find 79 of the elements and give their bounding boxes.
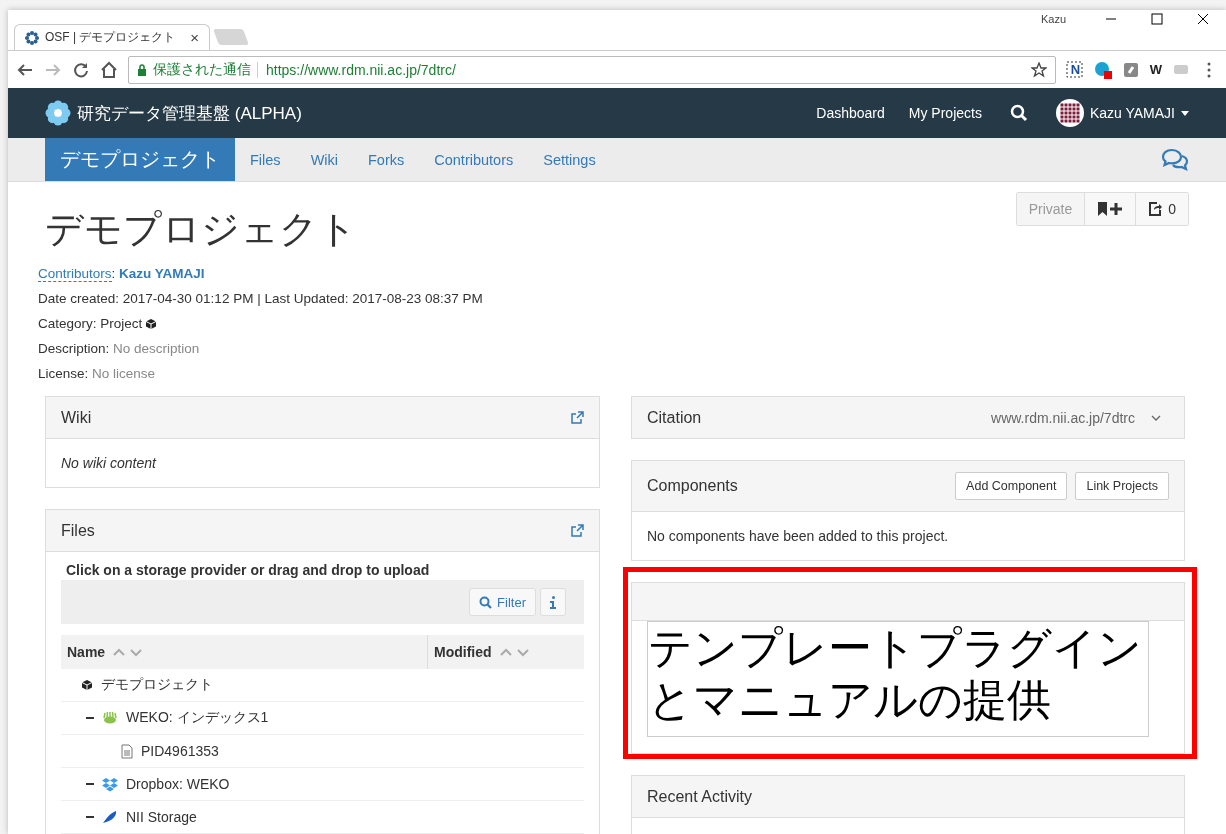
components-empty-text: No components have been added to this project. — [646, 527, 950, 546]
privacy-label: Private — [1016, 193, 1085, 225]
comments-icon[interactable] — [1161, 147, 1189, 172]
fork-button[interactable]: 0 — [1135, 193, 1188, 225]
browser-tab[interactable]: OSF | デモプロジェクト × — [14, 24, 210, 50]
upload-hint: Click on a storage provider or drag and drop to upload — [65, 561, 431, 580]
security-label: 保護された通信 — [153, 60, 251, 79]
address-bar[interactable]: 保護された通信 https://www.rdm.nii.ac.jp/7dtrc/ — [128, 55, 1056, 84]
file-tree-item[interactable]: PID4961353 — [141, 743, 219, 759]
user-menu[interactable]: Kazu YAMAJI — [1055, 99, 1189, 127]
wiki-empty-text: No wiki content — [60, 454, 158, 473]
external-link-icon[interactable] — [571, 524, 584, 537]
sprout-icon — [102, 712, 118, 724]
citation-url[interactable]: www.rdm.nii.ac.jp/7dtrc — [991, 409, 1135, 426]
bookmark-button[interactable] — [1084, 193, 1136, 225]
lock-icon — [137, 63, 147, 76]
square-extension-icon[interactable] — [1121, 60, 1140, 79]
nav-link[interactable]: Dashboard — [816, 105, 885, 121]
external-link-icon[interactable] — [571, 411, 584, 424]
share-icon — [1148, 202, 1163, 216]
avatar-icon — [1055, 99, 1084, 127]
dashed-square-icon[interactable] — [1065, 60, 1084, 79]
file-tree-item[interactable]: NII Storage — [126, 809, 197, 825]
file-tree-item[interactable]: WEKO: インデックス1 — [126, 709, 269, 727]
search-icon[interactable] — [1009, 104, 1028, 122]
panel-title: Wiki — [61, 408, 93, 427]
project-nav-link[interactable]: Contributors — [419, 138, 529, 181]
profile-name[interactable]: Kazu — [1040, 13, 1066, 25]
project-nav-link[interactable]: Files — [235, 138, 296, 181]
panel-title: Files — [61, 521, 96, 540]
license-text: License: No license — [38, 365, 157, 383]
contributors-line: Contributors: Kazu YAMAJI — [38, 265, 206, 284]
project-nav-title[interactable]: デモプロジェクト — [45, 138, 235, 181]
bookmark-plus-icon — [1097, 202, 1124, 216]
flower-logo-icon — [45, 100, 71, 126]
component-button[interactable]: Link Projects — [1075, 472, 1169, 500]
project-nav-link[interactable]: Forks — [353, 138, 420, 181]
flower-icon — [25, 30, 39, 45]
brand-title[interactable]: 研究データ管理基盤 (ALPHA) — [77, 101, 302, 125]
document-icon — [121, 743, 133, 759]
template-text: テンプレートプラグインとマニュアルの提供 — [647, 621, 1149, 737]
file-tree-item[interactable]: Dropbox: WEKO — [126, 776, 230, 792]
project-title: デモプロジェクト — [45, 207, 358, 252]
extension-button[interactable]: W — [1149, 62, 1162, 77]
star-icon[interactable] — [1030, 61, 1047, 78]
panel-title: Citation — [647, 408, 703, 427]
maximize-icon[interactable] — [1151, 13, 1163, 25]
tab-close-button[interactable]: × — [190, 29, 199, 46]
filter-button[interactable]: Filter — [469, 588, 536, 616]
column-header[interactable]: Modified — [434, 644, 492, 660]
home-icon[interactable] — [100, 60, 118, 79]
url-text: https://www.rdm.nii.ac.jp/7dtrc/ — [257, 61, 1025, 78]
chevron-down-icon[interactable] — [1151, 414, 1161, 421]
caret-icon — [1181, 110, 1189, 116]
collapse-icon[interactable] — [86, 813, 94, 821]
project-nav-link[interactable]: Wiki — [295, 138, 353, 181]
info-icon — [550, 595, 556, 609]
cube-icon — [145, 317, 158, 330]
cube-icon — [81, 679, 93, 691]
column-header[interactable]: Name — [67, 644, 106, 660]
info-button[interactable] — [540, 588, 566, 616]
dropbox-icon — [102, 776, 118, 792]
collapse-icon[interactable] — [86, 714, 94, 722]
contributors-link[interactable]: Contributors — [38, 266, 112, 282]
project-nav-link[interactable]: Settings — [528, 138, 611, 181]
nav-link[interactable]: My Projects — [908, 105, 982, 121]
storage-icon — [102, 810, 118, 824]
reload-icon[interactable] — [72, 60, 90, 79]
globe-extension-icon[interactable] — [1093, 60, 1112, 79]
close-icon[interactable] — [1197, 13, 1209, 25]
description-text: Description: No description — [38, 340, 201, 358]
panel-title: Components — [647, 477, 739, 495]
category-text: Category: Project — [38, 315, 143, 333]
file-tree-item[interactable]: デモプロジェクト — [101, 676, 213, 694]
dates-text: Date created: 2017-04-30 01:12 PM | Last Updated: 2017-08-23 08:37 PM — [38, 290, 484, 308]
collapse-icon[interactable] — [86, 780, 94, 788]
search-icon — [479, 595, 493, 609]
component-button[interactable]: Add Component — [955, 472, 1068, 500]
panel-title: Recent Activity — [647, 787, 753, 806]
